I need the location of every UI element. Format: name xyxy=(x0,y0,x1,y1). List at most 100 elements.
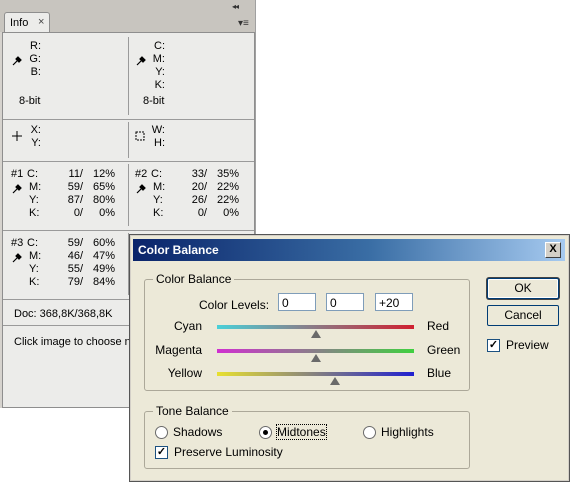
r-label: R: xyxy=(30,40,41,52)
ok-button[interactable]: OK xyxy=(487,278,559,299)
dialog-titlebar[interactable]: Color Balance X xyxy=(133,239,565,261)
divider xyxy=(3,119,254,120)
sampler-percent: 35% xyxy=(216,168,239,180)
cyan-red-level-input[interactable]: 0 xyxy=(278,293,316,311)
sampler-percent: 22% xyxy=(216,194,239,206)
eyedropper-icon xyxy=(136,56,146,66)
slider-left-label: Yellow xyxy=(167,366,202,380)
sampler-value: 55/ xyxy=(67,263,83,275)
dialog-title: Color Balance xyxy=(138,243,219,257)
tone-radio-shadows[interactable] xyxy=(155,426,168,439)
slider-right-label: Red xyxy=(427,319,450,333)
sampler-percent: 60% xyxy=(92,237,115,249)
info-tab-label: Info xyxy=(10,17,29,29)
tone-label: Midtones xyxy=(276,424,327,440)
slider-track[interactable] xyxy=(217,372,414,376)
doc-size: Doc: 368,8K/368,8K xyxy=(14,308,113,320)
info-tab-bar: Info × ◂◂ ▾≡ xyxy=(0,0,255,33)
sampler-value: 20/ xyxy=(191,181,207,193)
sampler-channel-label: Y: xyxy=(153,194,163,206)
sampler-percent: 49% xyxy=(92,263,115,275)
y-label: Y: xyxy=(155,66,165,78)
close-icon[interactable]: × xyxy=(38,16,44,28)
hint-text: Click image to choose ne xyxy=(14,336,137,348)
c-label: C: xyxy=(154,40,165,52)
sampler-value: 33/ xyxy=(191,168,207,180)
sampler-channel-label: K: xyxy=(29,276,40,288)
panel-menu-icon[interactable]: ▾≡ xyxy=(238,18,249,29)
sampler-channel-label: Y: xyxy=(29,194,39,206)
tone-label: Shadows xyxy=(173,425,223,439)
slider-track[interactable] xyxy=(217,349,414,353)
tone-balance-group: Tone Balance xyxy=(144,404,470,469)
preserve-luminosity-checkbox[interactable]: ✓ xyxy=(155,446,168,459)
sampler-channel-label: K: xyxy=(153,207,164,219)
slider-thumb[interactable] xyxy=(310,354,321,362)
sampler-percent: 0% xyxy=(223,207,239,219)
divider xyxy=(128,122,129,158)
slider-right-label: Green xyxy=(427,343,461,357)
slider-track[interactable] xyxy=(217,325,414,329)
rgb-mode: 8-bit xyxy=(19,95,41,107)
slider-left-label: Magenta xyxy=(155,343,202,357)
divider xyxy=(128,164,129,226)
eyedropper-icon xyxy=(12,56,22,66)
sampler-value: 79/ xyxy=(67,276,83,288)
sampler-percent: 12% xyxy=(92,168,115,180)
collapse-icon[interactable]: ◂◂ xyxy=(232,2,239,11)
sampler-percent: 80% xyxy=(92,194,115,206)
tone-label: Highlights xyxy=(381,425,434,439)
sampler-channel-label: C: xyxy=(27,168,38,180)
sampler-value: 0/ xyxy=(197,207,207,219)
slider-thumb[interactable] xyxy=(330,377,341,385)
sampler-percent: 0% xyxy=(99,207,115,219)
y-position-label: Y: xyxy=(31,137,41,149)
yellow-blue-level-input[interactable]: +20 xyxy=(375,293,413,311)
magenta-green-level-input[interactable]: 0 xyxy=(326,293,364,311)
divider xyxy=(3,230,254,231)
preserve-luminosity-label: Preserve Luminosity xyxy=(174,445,283,459)
sampler-channel-label: M: xyxy=(29,250,42,262)
color-levels-label: Color Levels: xyxy=(199,298,270,312)
sampler-percent: 22% xyxy=(216,181,239,193)
sampler-channel-label: M: xyxy=(29,181,42,193)
sampler-value: 26/ xyxy=(191,194,207,206)
preview-label: Preview xyxy=(506,338,549,352)
sampler-channel-label: K: xyxy=(29,207,40,219)
sampler-value: 0/ xyxy=(73,207,83,219)
x-label: X: xyxy=(30,124,41,136)
tone-radio-highlights[interactable] xyxy=(363,426,376,439)
close-button[interactable]: X xyxy=(545,242,561,258)
cmyk-mode: 8-bit xyxy=(143,95,165,107)
sampler-id: #3 xyxy=(11,237,24,249)
group-label: Color Balance xyxy=(153,272,235,286)
slider-thumb[interactable] xyxy=(310,330,321,338)
sampler-value: 87/ xyxy=(67,194,83,206)
b-label: B: xyxy=(30,66,41,78)
sampler-value: 59/ xyxy=(67,181,83,193)
preview-checkbox[interactable]: ✓ xyxy=(487,339,500,352)
divider xyxy=(3,161,254,162)
sampler-percent: 65% xyxy=(92,181,115,193)
sampler-channel-label: C: xyxy=(151,168,162,180)
eyedropper-icon xyxy=(12,253,22,263)
eyedropper-icon xyxy=(136,184,146,194)
cancel-button[interactable]: Cancel xyxy=(487,305,559,326)
sampler-channel-label: Y: xyxy=(29,263,39,275)
sampler-id: #1 xyxy=(11,168,24,180)
sampler-channel-label: C: xyxy=(27,237,38,249)
sampler-channel-label: M: xyxy=(153,181,166,193)
sampler-value: 59/ xyxy=(67,237,83,249)
tone-radio-midtones[interactable] xyxy=(259,426,272,439)
h-label: H: xyxy=(154,137,165,149)
info-tab[interactable]: Info × xyxy=(4,12,50,33)
sampler-value: 11/ xyxy=(68,168,83,180)
color-balance-dialog: Color Balance X Color Balance Color Leve… xyxy=(129,234,570,482)
sampler-id: #2 xyxy=(135,168,148,180)
sampler-percent: 47% xyxy=(92,250,115,262)
k-label: K: xyxy=(154,79,165,91)
divider xyxy=(128,37,129,115)
sampler-percent: 84% xyxy=(92,276,115,288)
group-label: Tone Balance xyxy=(153,404,232,418)
sampler-value: 46/ xyxy=(67,250,83,262)
